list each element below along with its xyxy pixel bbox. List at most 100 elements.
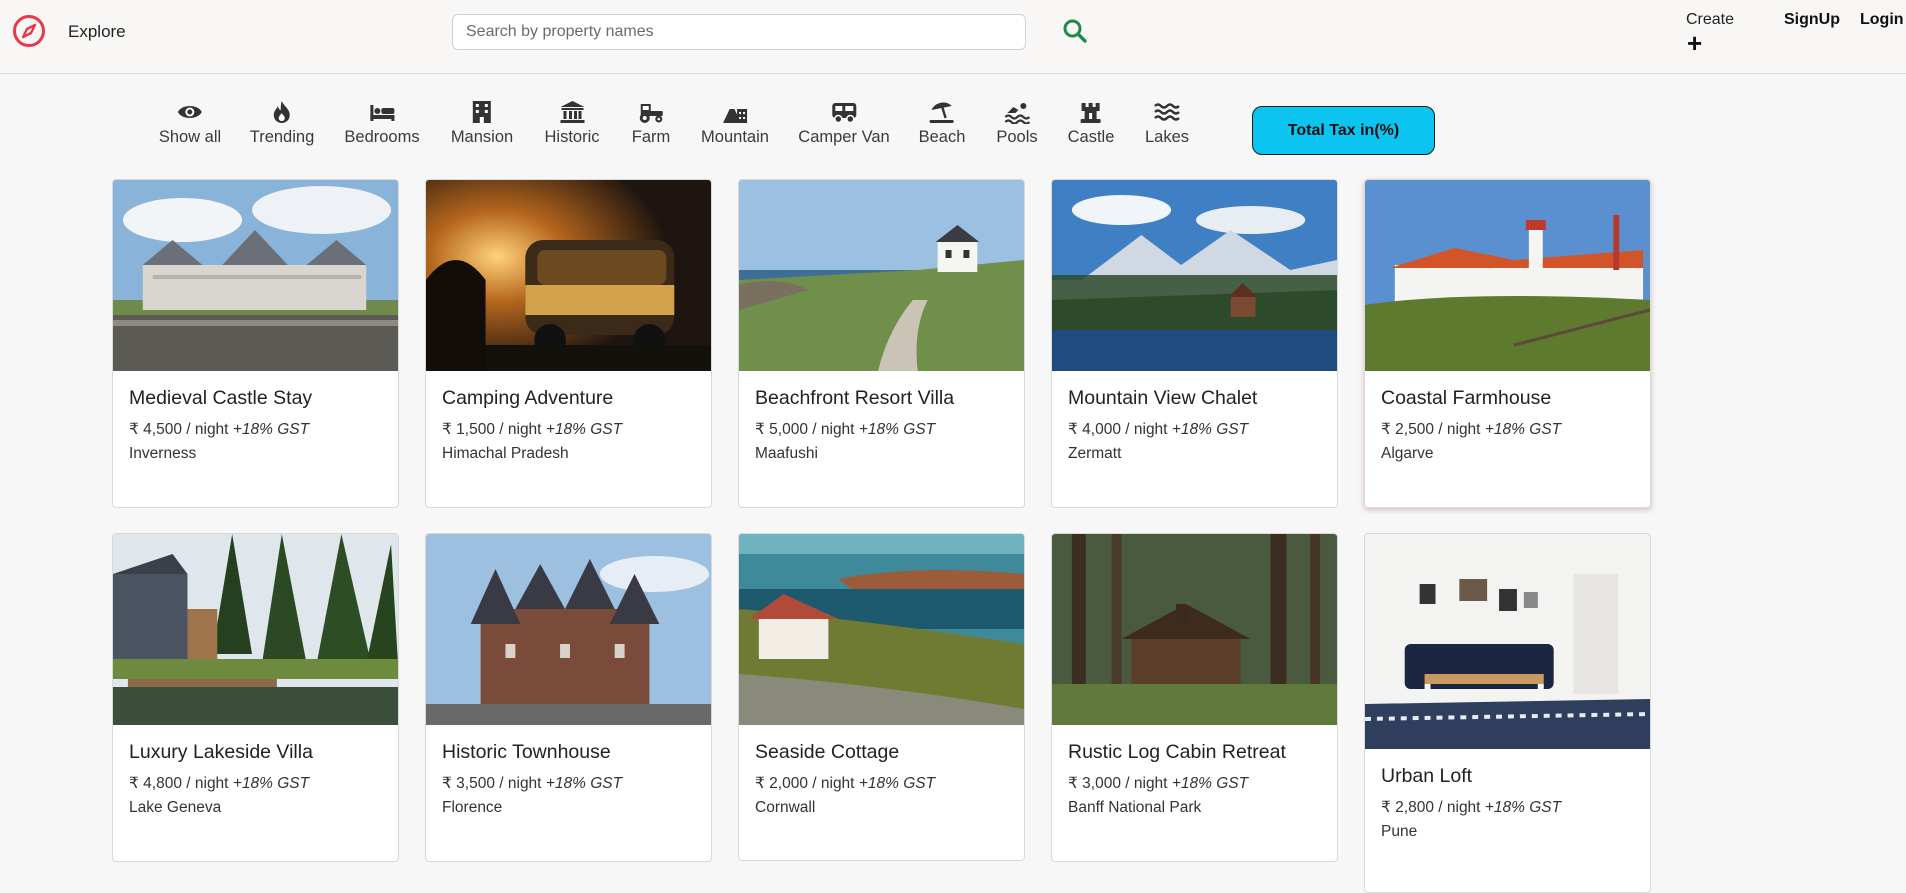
listing-location: Banff National Park	[1068, 799, 1202, 816]
gst-tag: +18% GST	[232, 421, 310, 438]
listing-card[interactable]: Medieval Castle Stay ₹ 4,500 / night +18…	[112, 179, 399, 508]
compass-logo-icon[interactable]	[12, 14, 46, 48]
listing-title: Mountain View Chalet	[1068, 387, 1258, 409]
login-link[interactable]: Login	[1860, 11, 1904, 29]
listing-image-farmhouse	[1365, 180, 1650, 371]
gst-tag: +18% GST	[858, 775, 936, 792]
listing-price-amount: ₹ 3,000 / night	[1068, 775, 1168, 792]
filter-trending[interactable]: Trending	[249, 100, 315, 147]
filter-mansion[interactable]: Mansion	[451, 100, 513, 147]
listing-card[interactable]: Camping Adventure ₹ 1,500 / night +18% G…	[425, 179, 712, 508]
filter-farm[interactable]: Farm	[632, 100, 670, 147]
bed-icon	[369, 105, 394, 121]
listing-title: Camping Adventure	[442, 387, 614, 409]
filter-label: Lakes	[1144, 128, 1190, 146]
listing-price: ₹ 1,500 / night +18% GST	[442, 420, 695, 439]
listing-location: Pune	[1381, 823, 1418, 840]
listing-price-amount: ₹ 4,500 / night	[129, 421, 229, 438]
gst-tag: +18% GST	[1171, 775, 1249, 792]
listing-price-amount: ₹ 2,000 / night	[755, 775, 855, 792]
listing-card[interactable]: Rustic Log Cabin Retreat ₹ 3,000 / night…	[1051, 533, 1338, 862]
listing-title: Luxury Lakeside Villa	[129, 741, 313, 763]
search-icon[interactable]	[1062, 18, 1088, 44]
filter-label: Bedrooms	[344, 128, 420, 146]
listing-location: Cornwall	[755, 799, 816, 816]
filter-mountain[interactable]: Mountain	[701, 100, 769, 147]
filter-label: Castle	[1067, 128, 1115, 146]
filter-label: Show all	[158, 128, 222, 146]
listing-price-amount: ₹ 2,800 / night	[1381, 799, 1481, 816]
listing-location: Zermatt	[1068, 445, 1122, 462]
listing-image-log-cabin	[1052, 534, 1337, 725]
eye-icon	[178, 106, 202, 118]
create-label: Create	[1686, 11, 1735, 28]
filter-label: Trending	[249, 128, 315, 146]
top-navbar: Explore Create + SignUp Login	[0, 0, 1906, 74]
gst-tag: +18% GST	[232, 775, 310, 792]
van-icon	[832, 103, 856, 124]
filter-label: Mountain	[701, 128, 769, 146]
listing-card[interactable]: Urban Loft ₹ 2,800 / night +18% GST Pune	[1364, 533, 1651, 893]
explore-link[interactable]: Explore	[68, 22, 126, 42]
listing-location: Maafushi	[755, 445, 818, 462]
listing-price: ₹ 5,000 / night +18% GST	[755, 420, 1008, 439]
filter-historic[interactable]: Historic	[544, 100, 600, 147]
listing-image-cottage	[739, 534, 1024, 725]
create-listing-link[interactable]: Create	[1686, 11, 1734, 29]
listing-title: Urban Loft	[1381, 765, 1473, 787]
search-input[interactable]	[452, 14, 1026, 50]
tractor-icon	[640, 104, 663, 123]
filter-beach[interactable]: Beach	[918, 100, 966, 147]
listing-price: ₹ 3,500 / night +18% GST	[442, 774, 695, 793]
filter-camper-van[interactable]: Camper Van	[798, 100, 890, 147]
listing-price: ₹ 4,000 / night +18% GST	[1068, 420, 1321, 439]
listing-card[interactable]: Beachfront Resort Villa ₹ 5,000 / night …	[738, 179, 1025, 508]
listing-price: ₹ 3,000 / night +18% GST	[1068, 774, 1321, 793]
listing-title: Coastal Farmhouse	[1381, 387, 1552, 409]
filter-label: Camper Van	[798, 128, 890, 146]
listing-location: Algarve	[1381, 445, 1434, 462]
listing-title: Historic Townhouse	[442, 741, 611, 763]
listing-price-amount: ₹ 4,800 / night	[129, 775, 229, 792]
listing-card[interactable]: Coastal Farmhouse ₹ 2,500 / night +18% G…	[1364, 179, 1651, 508]
listing-image-urban-loft	[1365, 534, 1650, 749]
listing-price: ₹ 4,500 / night +18% GST	[129, 420, 382, 439]
listing-price-amount: ₹ 5,000 / night	[755, 421, 855, 438]
plus-icon[interactable]: +	[1687, 30, 1702, 56]
filter-label: Beach	[918, 128, 966, 146]
fire-icon	[273, 101, 290, 123]
listing-price: ₹ 2,000 / night +18% GST	[755, 774, 1008, 793]
listing-image-chalet	[1052, 180, 1337, 371]
listing-price-amount: ₹ 3,500 / night	[442, 775, 542, 792]
landmark-icon	[559, 101, 584, 123]
filter-bedrooms[interactable]: Bedrooms	[344, 100, 420, 147]
filter-castle[interactable]: Castle	[1067, 100, 1115, 147]
category-filters: Show all Trending Bedrooms Mansion Histo…	[0, 100, 1300, 160]
listing-title: Beachfront Resort Villa	[755, 387, 955, 409]
filter-pools[interactable]: Pools	[996, 100, 1038, 147]
gst-tag: +18% GST	[858, 421, 936, 438]
gst-tag: +18% GST	[1171, 421, 1249, 438]
total-tax-toggle-button[interactable]: Total Tax in(%)	[1252, 106, 1435, 155]
gst-tag: +18% GST	[1484, 799, 1562, 816]
listing-card[interactable]: Seaside Cottage ₹ 2,000 / night +18% GST…	[738, 533, 1025, 861]
mountain-city-icon	[722, 104, 747, 123]
listing-card[interactable]: Mountain View Chalet ₹ 4,000 / night +18…	[1051, 179, 1338, 508]
water-icon	[1154, 103, 1180, 121]
filter-lakes[interactable]: Lakes	[1145, 100, 1189, 147]
listing-location: Himachal Pradesh	[442, 445, 569, 462]
listing-price: ₹ 2,500 / night +18% GST	[1381, 420, 1634, 439]
listing-location: Florence	[442, 799, 503, 816]
listing-price-amount: ₹ 4,000 / night	[1068, 421, 1168, 438]
signup-link[interactable]: SignUp	[1784, 11, 1840, 29]
listing-image-camper	[426, 180, 711, 371]
filter-label: Mansion	[450, 128, 514, 146]
building-icon	[473, 101, 491, 123]
listing-location: Lake Geneva	[129, 799, 222, 816]
listing-card[interactable]: Luxury Lakeside Villa ₹ 4,800 / night +1…	[112, 533, 399, 862]
filter-show-all[interactable]: Show all	[159, 100, 221, 147]
listing-price-amount: ₹ 2,500 / night	[1381, 421, 1481, 438]
filter-label: Historic	[544, 128, 600, 146]
listing-card[interactable]: Historic Townhouse ₹ 3,500 / night +18% …	[425, 533, 712, 862]
filter-label: Pools	[996, 128, 1038, 146]
